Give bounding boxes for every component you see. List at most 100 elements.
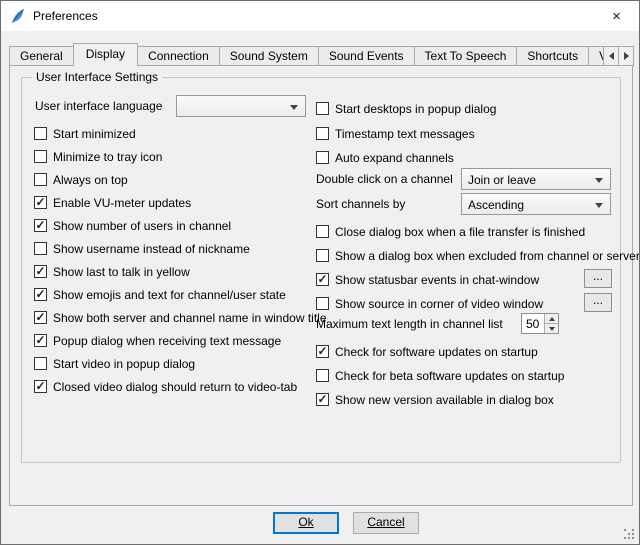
checkbox-row-minimize-tray[interactable]: Minimize to tray icon — [34, 149, 162, 164]
spinner-buttons — [544, 314, 558, 333]
checkbox-row-vu-meter[interactable]: Enable VU-meter updates — [34, 195, 191, 210]
checkmark-icon — [35, 219, 46, 232]
tab-sound-events[interactable]: Sound Events — [318, 46, 415, 65]
left-arrow-icon — [609, 52, 614, 60]
checkbox[interactable] — [316, 127, 329, 140]
checkbox-label: Check for software updates on startup — [335, 345, 538, 359]
group-title: User Interface Settings — [32, 70, 162, 84]
tab-scroll-right-button[interactable] — [618, 46, 634, 66]
checkmark-icon — [35, 311, 46, 324]
checkbox[interactable] — [316, 369, 329, 382]
tab-scroll-arrows — [603, 46, 633, 66]
checkbox-row-username[interactable]: Show username instead of nickname — [34, 241, 250, 256]
checkbox-row-close-transfer[interactable]: Close dialog box when a file transfer is… — [316, 224, 585, 239]
close-icon: × — [612, 8, 621, 25]
close-button[interactable]: × — [594, 1, 639, 31]
checkbox-row-excluded-dialog[interactable]: Show a dialog box when excluded from cha… — [316, 248, 640, 263]
checkbox-row-user-count[interactable]: Show number of users in channel — [34, 218, 231, 233]
checkbox[interactable] — [34, 357, 47, 370]
tab-bar: General Display Connection Sound System … — [9, 43, 633, 66]
tab-general[interactable]: General — [9, 46, 74, 65]
statusbar-events-browse-button[interactable]: ... — [584, 269, 612, 288]
checkbox-row-window-title[interactable]: Show both server and channel name in win… — [34, 310, 327, 325]
checkbox-label: Show last to talk in yellow — [53, 265, 190, 279]
checkbox[interactable] — [316, 225, 329, 238]
checkbox[interactable] — [316, 393, 329, 406]
checkbox-label: Start minimized — [53, 127, 136, 141]
checkbox-row-new-version-dialog[interactable]: Show new version available in dialog box — [316, 392, 554, 407]
checkbox[interactable] — [34, 311, 47, 324]
checkbox[interactable] — [316, 345, 329, 358]
video-source-browse-button[interactable]: ... — [584, 293, 612, 312]
checkmark-icon — [35, 288, 46, 301]
combobox-value: Join or leave — [468, 171, 536, 189]
tab-sound-system[interactable]: Sound System — [219, 46, 319, 65]
resize-grip[interactable] — [623, 528, 636, 541]
checkbox-label: Popup dialog when receiving text message — [53, 334, 281, 348]
checkbox[interactable] — [34, 334, 47, 347]
checkbox[interactable] — [34, 265, 47, 278]
checkbox-label: Show source in corner of video window — [335, 297, 543, 311]
ok-button-label: Ok — [298, 515, 313, 529]
checkbox[interactable] — [34, 380, 47, 393]
checkbox-row-popup-text[interactable]: Popup dialog when receiving text message — [34, 333, 281, 348]
checkbox-row-desktops-popup[interactable]: Start desktops in popup dialog — [316, 101, 496, 116]
checkbox-row-emojis[interactable]: Show emojis and text for channel/user st… — [34, 287, 286, 302]
cancel-button-label: Cancel — [367, 515, 404, 529]
cancel-button[interactable]: Cancel — [353, 512, 419, 534]
checkmark-icon — [35, 265, 46, 278]
checkbox-row-timestamp[interactable]: Timestamp text messages — [316, 126, 475, 141]
tab-shortcuts[interactable]: Shortcuts — [516, 46, 589, 65]
checkbox-row-video-popup[interactable]: Start video in popup dialog — [34, 356, 195, 371]
checkbox-label: Show both server and channel name in win… — [53, 311, 327, 325]
spin-down-icon — [549, 327, 555, 331]
max-text-length-label: Maximum text length in channel list — [316, 316, 503, 332]
checkbox-row-software-updates[interactable]: Check for software updates on startup — [316, 344, 538, 359]
checkbox-label: Show username instead of nickname — [53, 242, 250, 256]
checkbox[interactable] — [316, 249, 329, 262]
checkbox[interactable] — [34, 127, 47, 140]
tab-text-to-speech[interactable]: Text To Speech — [414, 46, 518, 65]
dropdown-arrow-icon — [595, 203, 603, 208]
spinner-value: 50 — [526, 316, 539, 333]
checkbox[interactable] — [316, 273, 329, 286]
preferences-dialog: Preferences × General Display Connection… — [0, 0, 640, 545]
titlebar[interactable]: Preferences × — [1, 1, 639, 31]
checkbox-label: Start desktops in popup dialog — [335, 102, 496, 116]
checkbox[interactable] — [34, 150, 47, 163]
checkbox-label: Show new version available in dialog box — [335, 393, 554, 407]
max-text-length-spinner[interactable]: 50 — [521, 313, 559, 334]
checkbox-row-video-source-corner[interactable]: Show source in corner of video window — [316, 296, 543, 311]
checkbox[interactable] — [316, 151, 329, 164]
checkbox[interactable] — [316, 297, 329, 310]
checkbox-label: Show statusbar events in chat-window — [335, 273, 539, 287]
double-click-combobox[interactable]: Join or leave — [461, 168, 611, 190]
checkbox[interactable] — [34, 173, 47, 186]
checkbox-label: Enable VU-meter updates — [53, 196, 191, 210]
sort-channels-combobox[interactable]: Ascending — [461, 193, 611, 215]
ok-button[interactable]: Ok — [273, 512, 339, 534]
right-arrow-icon — [624, 52, 629, 60]
checkbox-row-beta-updates[interactable]: Check for beta software updates on start… — [316, 368, 564, 383]
checkbox-row-statusbar-events[interactable]: Show statusbar events in chat-window — [316, 272, 539, 287]
checkbox-row-last-talk[interactable]: Show last to talk in yellow — [34, 264, 190, 279]
checkbox[interactable] — [316, 102, 329, 115]
checkbox-row-video-return[interactable]: Closed video dialog should return to vid… — [34, 379, 297, 394]
tab-scroll-left-button[interactable] — [603, 46, 619, 66]
checkbox[interactable] — [34, 219, 47, 232]
checkbox[interactable] — [34, 288, 47, 301]
checkbox-label: Minimize to tray icon — [53, 150, 162, 164]
language-combobox[interactable] — [176, 95, 306, 117]
checkbox-row-auto-expand[interactable]: Auto expand channels — [316, 150, 454, 165]
spin-up-button[interactable] — [545, 314, 558, 323]
spin-down-button[interactable] — [545, 323, 558, 333]
checkbox[interactable] — [34, 242, 47, 255]
checkbox-row-always-on-top[interactable]: Always on top — [34, 172, 128, 187]
dropdown-arrow-icon — [595, 178, 603, 183]
checkbox[interactable] — [34, 196, 47, 209]
tab-connection[interactable]: Connection — [137, 46, 220, 65]
checkbox-row-start-minimized[interactable]: Start minimized — [34, 126, 136, 141]
checkbox-label: Always on top — [53, 173, 128, 187]
checkbox-label: Show number of users in channel — [53, 219, 231, 233]
tab-display[interactable]: Display — [73, 43, 138, 66]
